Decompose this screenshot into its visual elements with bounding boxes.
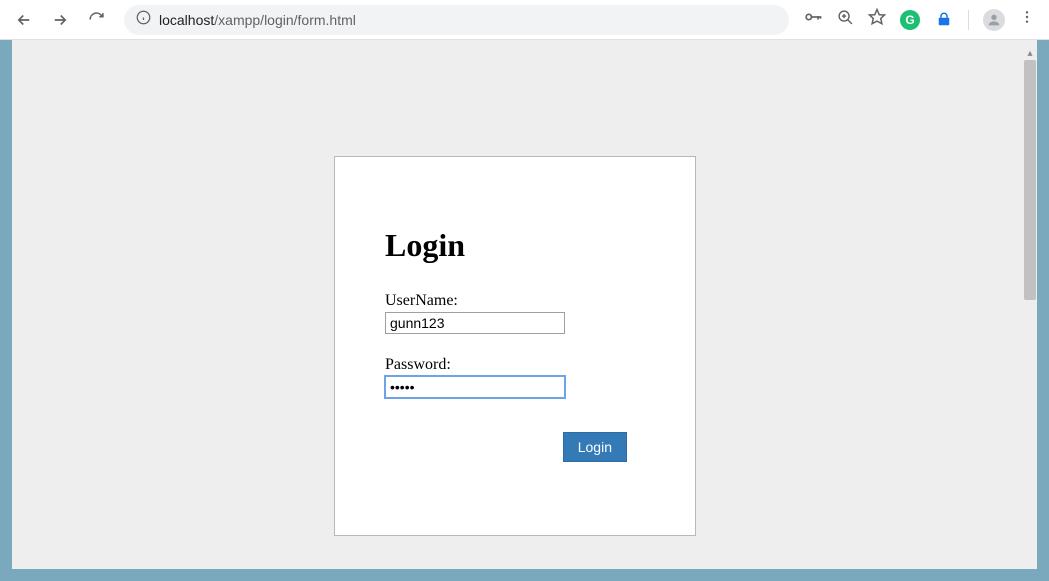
password-label: Password: (385, 356, 645, 374)
toolbar-divider (968, 10, 969, 30)
back-button[interactable] (10, 6, 38, 34)
address-bar[interactable]: localhost/xampp/login/form.html (124, 5, 789, 35)
url-text: localhost/xampp/login/form.html (159, 12, 356, 28)
password-key-icon[interactable] (803, 7, 823, 32)
toolbar-right: G (803, 7, 1039, 32)
forward-button[interactable] (46, 6, 74, 34)
profile-avatar-icon[interactable] (983, 9, 1005, 31)
extension-blue-icon[interactable] (934, 10, 954, 30)
vertical-scrollbar[interactable]: ▴ (1023, 50, 1037, 569)
zoom-icon[interactable] (837, 9, 854, 31)
bookmark-star-icon[interactable] (868, 8, 886, 31)
browser-toolbar: localhost/xampp/login/form.html G (0, 0, 1049, 40)
extension-grammarly-icon[interactable]: G (900, 10, 920, 30)
site-info-icon[interactable] (136, 10, 151, 30)
password-input[interactable] (385, 376, 565, 398)
login-heading: Login (385, 227, 645, 264)
scrollbar-thumb[interactable] (1024, 60, 1036, 300)
password-field-group: Password: (385, 356, 645, 398)
username-label: UserName: (385, 292, 645, 310)
menu-dots-icon[interactable] (1019, 9, 1035, 30)
reload-button[interactable] (82, 6, 110, 34)
username-field-group: UserName: (385, 292, 645, 334)
scrollbar-up-arrow-icon[interactable]: ▴ (1024, 50, 1036, 60)
login-form-card: Login UserName: Password: Login (334, 156, 696, 536)
login-submit-button[interactable]: Login (563, 432, 627, 462)
username-input[interactable] (385, 312, 565, 334)
page-viewport: Login UserName: Password: Login ▴ (12, 40, 1037, 569)
